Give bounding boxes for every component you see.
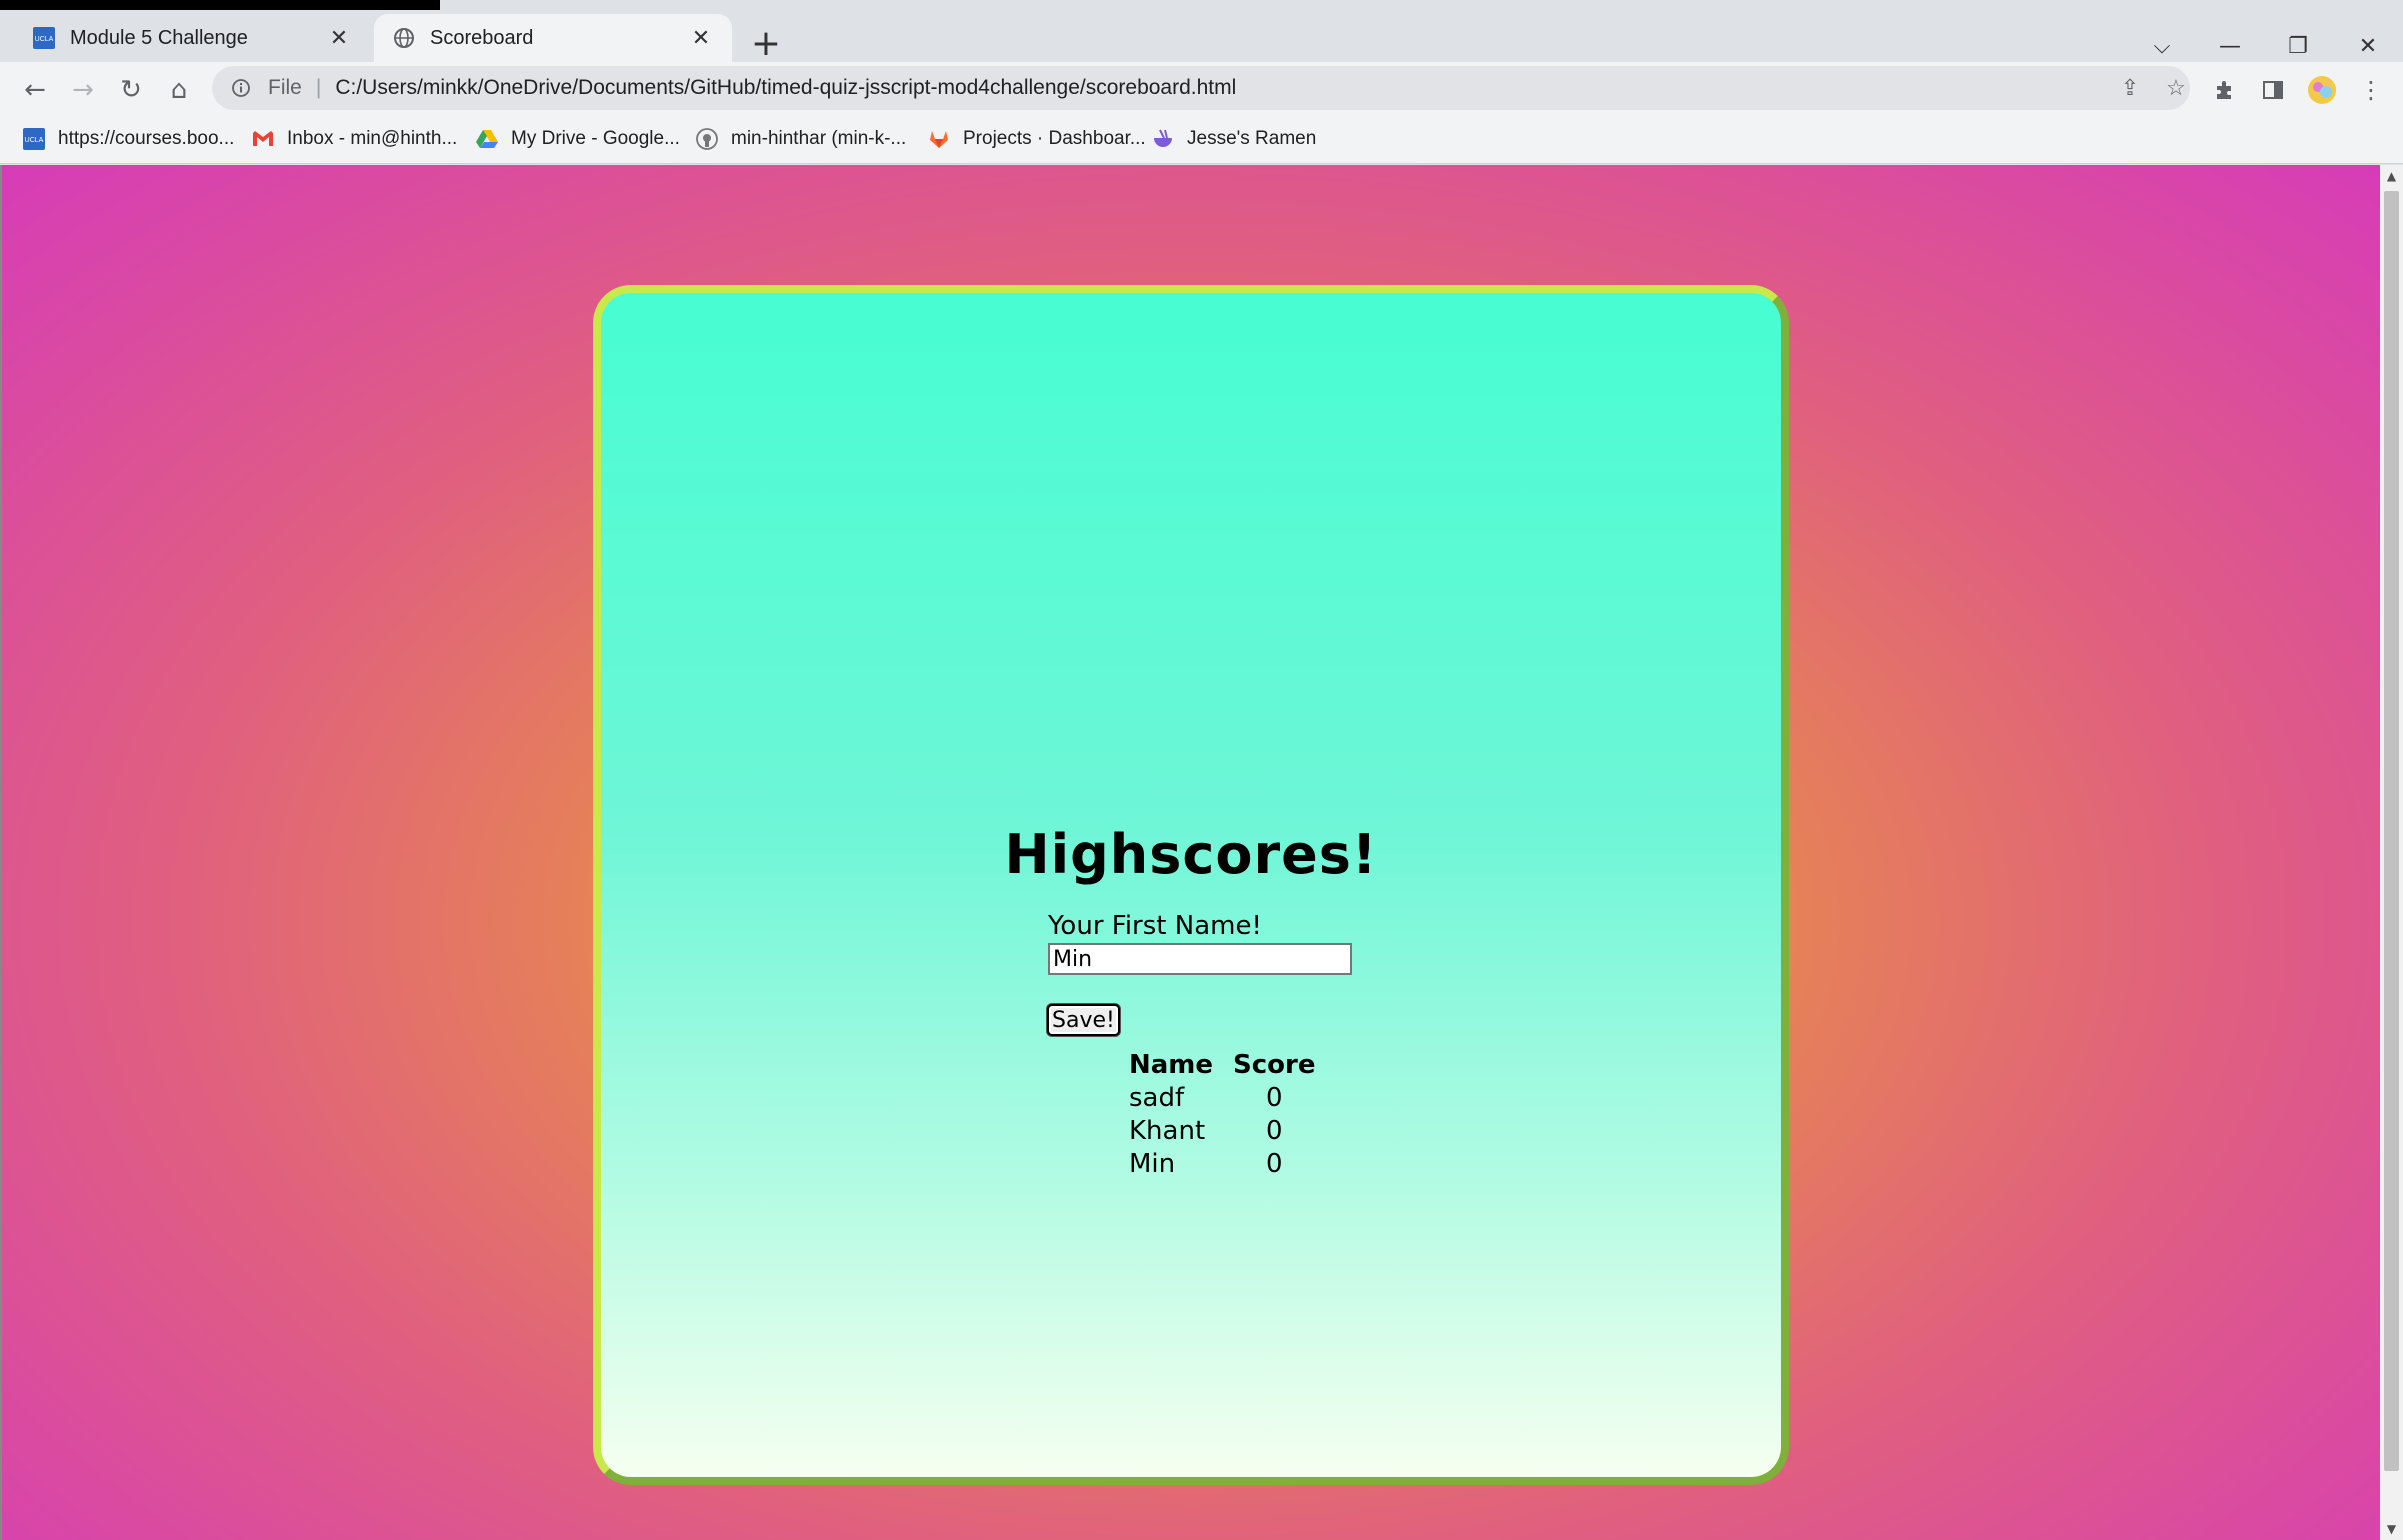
table-header-row: Name Score (1129, 1048, 1316, 1081)
player-score: 0 (1265, 1115, 1283, 1146)
svg-text:UCLA: UCLA (35, 36, 54, 43)
tab-bar: UCLA Module 5 Challenge ✕ Scoreboard ✕ +… (0, 10, 2403, 64)
bookmark-label: My Drive - Google... (511, 128, 680, 149)
new-tab-button[interactable]: + (745, 22, 787, 64)
extensions-puzzle-icon[interactable] (2205, 70, 2245, 110)
github-icon (695, 127, 719, 151)
player-score: 0 (1265, 1082, 1283, 1113)
player-name: Min (1129, 1148, 1176, 1179)
back-icon[interactable]: ← (15, 70, 55, 110)
info-icon[interactable] (228, 75, 254, 101)
forward-icon[interactable]: → (63, 70, 103, 110)
bookmark-star-icon[interactable]: ☆ (2162, 74, 2190, 102)
url-separator: | (315, 76, 322, 99)
home-icon[interactable]: ⌂ (159, 70, 199, 110)
menu-kebab-icon[interactable]: ⋮ (2351, 70, 2391, 110)
scoreboard-card: Highscores! Your First Name! Save! Name … (593, 285, 1789, 1485)
side-panel-icon[interactable] (2253, 70, 2293, 110)
tab-module-5-challenge[interactable]: UCLA Module 5 Challenge ✕ (14, 14, 370, 62)
reload-icon[interactable]: ↻ (111, 70, 151, 110)
address-bar[interactable]: File | C:/Users/minkk/OneDrive/Documents… (212, 66, 2190, 110)
share-icon[interactable]: ⇪ (2116, 74, 2144, 102)
bookmarks-bar: UCLA https://courses.boo... Inbox - min@… (0, 114, 2403, 164)
tab-title: Scoreboard (430, 26, 534, 49)
scroll-up-arrow-icon[interactable]: ▲ (2380, 165, 2403, 187)
bookmark-inbox[interactable]: Inbox - min@hinth... (251, 124, 457, 154)
bookmark-label: Jesse's Ramen (1187, 128, 1317, 149)
gmail-icon (251, 127, 275, 151)
page-viewport: Highscores! Your First Name! Save! Name … (0, 165, 2380, 1540)
browser-toolbar: ← → ↻ ⌂ File | C:/Users/minkk/OneDrive/D… (0, 62, 2403, 114)
player-name: sadf (1129, 1082, 1185, 1113)
table-row: Khant 0 (1129, 1114, 1316, 1147)
svg-text:UCLA: UCLA (25, 137, 44, 144)
url-text[interactable]: C:/Users/minkk/OneDrive/Documents/GitHub… (335, 76, 1236, 100)
bookmark-courses[interactable]: UCLA https://courses.boo... (22, 124, 234, 154)
name-field-label: Your First Name! (1048, 911, 1262, 941)
bookmark-gitlab[interactable]: Projects · Dashboar... (927, 124, 1146, 154)
first-name-input[interactable] (1048, 943, 1352, 975)
url-scheme-label: File (268, 76, 302, 99)
bookmark-label: https://courses.boo... (58, 128, 235, 149)
google-drive-icon (475, 127, 499, 151)
table-row: Min 0 (1129, 1147, 1316, 1180)
scroll-down-arrow-icon[interactable]: ▼ (2380, 1518, 2403, 1540)
bookmark-label: Projects · Dashboar... (963, 128, 1146, 149)
player-name: Khant (1129, 1115, 1206, 1146)
column-header-score: Score (1233, 1049, 1316, 1080)
profile-avatar-icon[interactable] (2302, 70, 2342, 110)
ucla-icon: UCLA (22, 127, 46, 151)
player-score: 0 (1265, 1148, 1283, 1179)
bookmark-github[interactable]: min-hinthar (min-k-... (695, 124, 906, 154)
tab-title: Module 5 Challenge (70, 26, 248, 49)
gitlab-icon (927, 127, 951, 151)
ucla-icon: UCLA (32, 26, 56, 50)
bookmark-jesses-ramen[interactable]: Jesse's Ramen (1151, 124, 1316, 154)
close-tab-icon[interactable]: ✕ (326, 25, 352, 51)
close-tab-icon[interactable]: ✕ (688, 25, 714, 51)
bookmark-label: min-hinthar (min-k-... (731, 128, 907, 149)
page-title: Highscores! (1004, 823, 1378, 886)
scrollbar-thumb[interactable] (2384, 191, 2399, 1471)
column-header-name: Name (1129, 1049, 1214, 1080)
window-top-dark-strip (0, 0, 440, 10)
highscores-table: Name Score sadf 0 Khant 0 Min 0 (1109, 1048, 1336, 1180)
vertical-scrollbar[interactable]: ▲ ▼ (2380, 165, 2403, 1540)
bookmark-label: Inbox - min@hinth... (287, 128, 458, 149)
save-button[interactable]: Save! (1047, 1004, 1120, 1036)
ramen-icon (1151, 127, 1175, 151)
table-row: sadf 0 (1129, 1081, 1316, 1114)
tab-scoreboard[interactable]: Scoreboard ✕ (374, 14, 732, 62)
window-top-strip (0, 0, 2403, 10)
globe-icon (392, 26, 416, 50)
bookmark-my-drive[interactable]: My Drive - Google... (475, 124, 680, 154)
